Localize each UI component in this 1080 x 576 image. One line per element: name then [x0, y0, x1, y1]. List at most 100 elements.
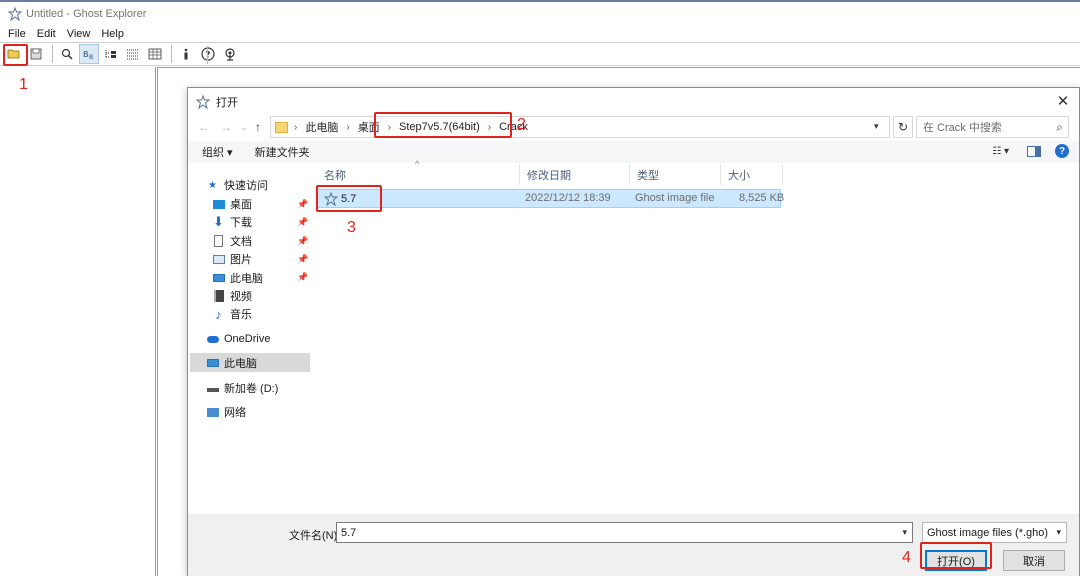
annotation-box-breadcrumb — [374, 112, 512, 138]
search-input[interactable]: 在 Crack 中搜索 ⌕ — [916, 116, 1069, 138]
annotation-box-file — [316, 185, 382, 212]
nav-documents-label: 文档 — [230, 236, 252, 248]
pin-icon[interactable]: 📌 — [297, 254, 308, 265]
toolbar-end-separator — [207, 46, 208, 64]
info-icon[interactable] — [176, 44, 196, 64]
help-icon[interactable]: ? — [198, 44, 218, 64]
nav-this-pc-quick[interactable]: 此电脑 — [212, 270, 263, 286]
find-icon[interactable] — [57, 44, 77, 64]
svg-text:B: B — [83, 50, 89, 59]
nav-onedrive-label: OneDrive — [224, 333, 271, 345]
annotation-box-open-icon — [3, 44, 28, 66]
grid-icon[interactable] — [145, 44, 165, 64]
document-icon — [212, 235, 225, 247]
forward-arrow-icon[interactable]: → — [220, 120, 232, 134]
menu-bar: File Edit View Help — [0, 26, 1080, 42]
nav-network[interactable]: 网络 — [206, 404, 246, 420]
pin-icon[interactable]: 📌 — [297, 272, 308, 283]
address-dropdown-icon[interactable]: ▾ — [874, 121, 879, 132]
back-arrow-icon[interactable]: ← — [198, 120, 210, 134]
pin-icon[interactable]: 📌 — [297, 217, 308, 228]
computer-icon — [212, 272, 225, 284]
organize-button[interactable]: 组织 ▾ — [202, 144, 233, 160]
filename-input[interactable]: 5.7 ▾ — [336, 522, 913, 543]
pin-icon[interactable]: 📌 — [297, 236, 308, 247]
refresh-icon[interactable]: ↻ — [893, 116, 913, 138]
title-bar: Untitled - Ghost Explorer — [0, 2, 1080, 26]
folder-icon — [275, 121, 288, 133]
open-file-dialog: 打开 ✕ ← → ⌄ ↑ › 此电脑 › 桌面 › Step7v5.7(64bi… — [187, 87, 1080, 576]
menu-file[interactable]: File — [8, 28, 26, 40]
help-icon[interactable]: ? — [1055, 144, 1069, 158]
chevron-down-icon[interactable]: ▾ — [1056, 527, 1061, 538]
recent-dropdown-icon[interactable]: ⌄ — [240, 122, 248, 133]
nav-music-label: 音乐 — [230, 309, 252, 321]
annotation-number: 1 — [19, 76, 28, 93]
nav-downloads[interactable]: ⬇ 下载 — [212, 214, 252, 230]
nav-downloads-label: 下载 — [230, 217, 252, 229]
file-size: 8,525 KB — [739, 192, 785, 204]
dialog-title: 打开 — [216, 97, 238, 109]
new-folder-button[interactable]: 新建文件夹 — [255, 144, 310, 160]
chevron-down-icon[interactable]: ▾ — [902, 527, 907, 538]
download-icon: ⬇ — [213, 214, 224, 229]
column-header-type[interactable]: 类型 — [630, 164, 721, 185]
column-header-modified[interactable]: 修改日期 — [520, 164, 630, 185]
file-row-5-7[interactable]: 5.7 2022/12/12 18:39 Ghost image file 8,… — [317, 189, 785, 208]
computer-icon — [206, 357, 219, 369]
details-icon[interactable]: BB — [79, 44, 99, 64]
nav-pictures[interactable]: 图片 — [212, 251, 252, 267]
breadcrumb-separator: › — [346, 121, 350, 133]
annotation-number: 3 — [347, 219, 356, 236]
cancel-button[interactable]: 取消 — [1003, 550, 1065, 571]
svg-text:B: B — [89, 54, 93, 60]
nav-desktop[interactable]: 桌面 — [212, 196, 252, 212]
column-header-size[interactable]: 大小 — [721, 164, 783, 185]
video-icon — [212, 290, 225, 302]
pin-icon[interactable]: 📌 — [297, 199, 308, 210]
ghost-app-icon — [196, 95, 210, 109]
music-icon: ♪ — [215, 306, 222, 322]
up-arrow-icon[interactable]: ↑ — [255, 120, 261, 134]
nav-drive-d[interactable]: 新加卷 (D:) — [206, 380, 278, 396]
file-type-select[interactable]: Ghost image files (*.gho) ▾ — [922, 522, 1067, 543]
column-header-name[interactable]: 名称 — [317, 164, 520, 185]
nav-documents[interactable]: 文档 — [212, 233, 252, 249]
window-title: Untitled - Ghost Explorer — [26, 8, 147, 20]
tree-pane[interactable] — [0, 67, 156, 576]
annotation-box-open-button — [920, 542, 992, 569]
dialog-title-bar: 打开 — [188, 88, 1079, 116]
nav-music[interactable]: ♪ 音乐 — [212, 306, 252, 322]
nav-videos-label: 视频 — [230, 291, 252, 303]
nav-quick-access[interactable]: ★ 快速访问 — [206, 177, 268, 193]
nav-network-label: 网络 — [224, 407, 246, 419]
navigation-pane: ★ 快速访问 桌面 📌 ⬇ 下载 📌 文档 📌 图片 📌 此电脑 📌 视频 ♪ … — [188, 168, 310, 508]
command-bar-right: ☷ ▾ ? — [992, 144, 1069, 158]
menu-edit[interactable]: Edit — [37, 28, 56, 40]
annotation-number: 2 — [517, 116, 526, 133]
drive-icon — [206, 382, 219, 394]
search-icon: ⌕ — [1056, 120, 1063, 134]
nav-videos[interactable]: 视频 — [212, 288, 252, 304]
picture-icon — [212, 253, 225, 265]
tree-icon[interactable] — [101, 44, 121, 64]
nav-drive-d-label: 新加卷 (D:) — [224, 383, 279, 395]
list-icon[interactable] — [123, 44, 143, 64]
view-options-icon[interactable]: ☷ ▾ — [992, 146, 1009, 157]
nav-onedrive[interactable]: OneDrive — [206, 331, 270, 347]
cloud-icon — [206, 333, 219, 345]
nav-this-pc-label: 此电脑 — [224, 357, 257, 370]
close-icon[interactable]: ✕ — [1055, 93, 1071, 110]
nav-pictures-label: 图片 — [230, 254, 252, 266]
address-bar[interactable]: › 此电脑 › 桌面 › Step7v5.7(64bit) › Crack — [270, 116, 890, 138]
file-type-value: Ghost image files (*.gho) — [927, 526, 1049, 539]
about-icon[interactable] — [220, 44, 240, 64]
preview-pane-icon[interactable] — [1027, 145, 1041, 157]
save-icon[interactable] — [26, 44, 46, 64]
breadcrumb-this-pc[interactable]: 此电脑 — [305, 119, 338, 135]
nav-this-pc[interactable]: 此电脑 — [190, 353, 310, 372]
toolbar: BB ? — [0, 42, 1080, 66]
toolbar-separator — [52, 45, 53, 63]
menu-help[interactable]: Help — [101, 28, 124, 40]
menu-view[interactable]: View — [67, 28, 91, 40]
